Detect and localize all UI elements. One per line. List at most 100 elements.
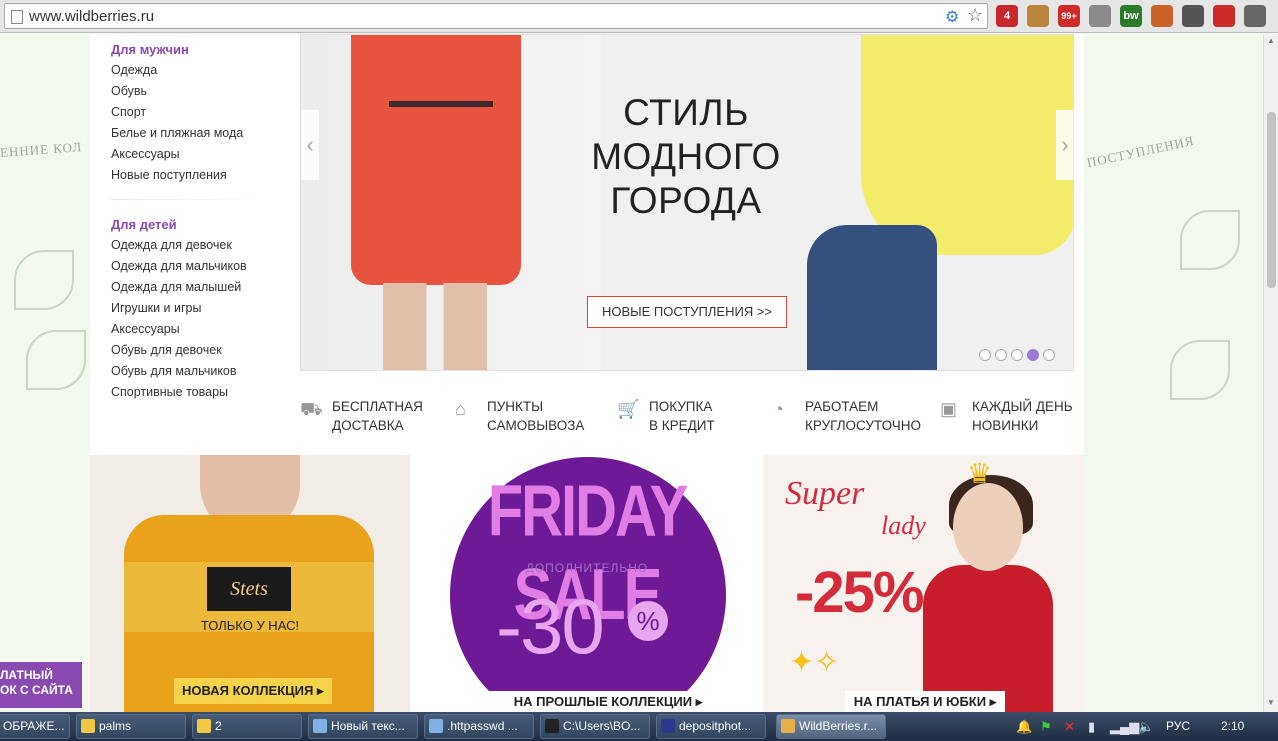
men-link-new[interactable]: Новые поступления <box>111 168 227 182</box>
kids-link-accessories[interactable]: Аксессуары <box>111 322 180 336</box>
category-sidebar: Для мужчин Одежда Обувь Спорт Белье и пл… <box>90 34 295 454</box>
scrollbar-thumb[interactable] <box>1267 112 1276 288</box>
past-collections-button[interactable]: НА ПРОШЛЫЕ КОЛЛЕКЦИИ ▸ <box>488 691 728 712</box>
men-category-title[interactable]: Для мужчин <box>111 42 189 57</box>
bookmark-star-icon[interactable]: ☆ <box>967 5 983 26</box>
promo-stets[interactable]: Stets ТОЛЬКО У НАС! НОВАЯ КОЛЛЕКЦИЯ ▸ <box>90 455 410 712</box>
language-indicator[interactable]: РУС <box>1166 719 1190 733</box>
kids-link-boys-shoes[interactable]: Обувь для мальчиков <box>111 364 237 378</box>
menu-icon[interactable] <box>1244 5 1266 27</box>
men-link-accessories[interactable]: Аксессуары <box>111 147 180 161</box>
taskbar-item[interactable]: palms <box>76 714 186 739</box>
stets-logo: Stets <box>207 567 291 611</box>
feature-line2: КРУГЛОСУТОЧНО <box>805 418 922 433</box>
callback-line1: ЛАТНЫЙ <box>0 668 53 682</box>
new-arrivals-button[interactable]: НОВЫЕ ПОСТУПЛЕНИЯ >> <box>587 296 787 328</box>
taskbar-item[interactable]: WildBerries.r... <box>776 714 886 739</box>
hero-banner[interactable]: СТИЛЬ МОДНОГО ГОРОДА НОВЫЕ ПОСТУПЛЕНИЯ >… <box>300 34 1074 371</box>
leaf-decoration <box>26 330 86 390</box>
promo-super-lady[interactable]: ♛ Super lady -25% ✦✧ НА ПЛАТЬЯ И ЮБКИ ▸ <box>763 455 1084 712</box>
arrow-right-icon: ▸ <box>316 683 324 698</box>
promo-friday-sale[interactable]: FRIDAY SALE ДОПОЛНИТЕЛЬНО -30 % НА ПРОШЛ… <box>426 455 748 712</box>
banner-model-red-dress <box>351 35 521 285</box>
banner-model-jeans <box>807 225 937 370</box>
scroll-down-icon[interactable]: ▼ <box>1264 696 1278 710</box>
feature-line2: САМОВЫВОЗА <box>487 418 585 433</box>
taskbar-item[interactable]: .httpasswd ... <box>424 714 534 739</box>
power-icon[interactable] <box>1213 5 1235 27</box>
address-bar[interactable]: www.wildberries.ru ⚙ ☆ <box>4 3 988 29</box>
next-slide-arrow-icon[interactable]: › <box>1056 110 1073 180</box>
battery-icon[interactable]: ▮ <box>1088 719 1095 735</box>
clock-24-7-icon: ◔ <box>773 399 784 419</box>
slide-dot[interactable] <box>1027 349 1039 361</box>
taskbar-item[interactable]: C:\Users\BO... <box>540 714 650 739</box>
banner-model-legs <box>383 283 487 370</box>
kids-link-baby-clothes[interactable]: Одежда для малышей <box>111 280 241 294</box>
page-scrollbar[interactable]: ▲ ▼ <box>1263 34 1278 712</box>
taskbar-item[interactable]: depositphot... <box>656 714 766 739</box>
callback-widget[interactable]: ЛАТНЫЙ ОК С САЙТА <box>0 662 82 708</box>
divider <box>111 199 271 200</box>
callback-line2: ОК С САЙТА <box>0 683 73 697</box>
mail-icon[interactable]: 99+ <box>1058 5 1080 27</box>
leaf-decoration <box>14 250 74 310</box>
men-link-clothes[interactable]: Одежда <box>111 63 157 77</box>
kids-category-title[interactable]: Для детей <box>111 217 177 232</box>
translate-icon[interactable]: ⚙ <box>945 7 959 27</box>
notification-bell-icon[interactable]: 🔔 <box>1016 719 1032 735</box>
bw-icon[interactable]: bw <box>1120 5 1142 27</box>
taskbar-item-label: ОБРАЖЕ... <box>3 719 65 733</box>
kids-link-boys-clothes[interactable]: Одежда для мальчиков <box>111 259 247 273</box>
prev-slide-arrow-icon[interactable]: ‹ <box>301 110 319 180</box>
super-lady-text-lady: lady <box>881 511 926 540</box>
banner-title: СТИЛЬ МОДНОГО ГОРОДА <box>561 91 811 223</box>
kids-link-sports-goods[interactable]: Спортивные товары <box>111 385 228 399</box>
taskbar-item[interactable]: 2 <box>192 714 302 739</box>
system-clock[interactable]: 2:10 <box>1221 719 1244 733</box>
slide-dot[interactable] <box>995 349 1007 361</box>
leaf-decoration <box>1180 210 1240 270</box>
scroll-up-icon[interactable]: ▲ <box>1264 34 1278 48</box>
kids-link-toys[interactable]: Игрушки и игры <box>111 301 202 315</box>
adblock-icon[interactable]: 4 <box>996 5 1018 27</box>
network-error-icon[interactable]: ✕ <box>1064 719 1075 735</box>
kids-link-girls-clothes[interactable]: Одежда для девочек <box>111 238 232 252</box>
slide-dot[interactable] <box>979 349 991 361</box>
stets-tagline: ТОЛЬКО У НАС! <box>200 618 300 633</box>
new-collection-button[interactable]: НОВАЯ КОЛЛЕКЦИЯ ▸ <box>174 678 332 704</box>
past-collections-label: НА ПРОШЛЫЕ КОЛЛЕКЦИИ <box>513 694 693 709</box>
app-icon <box>545 719 559 733</box>
globe-icon[interactable] <box>1089 5 1111 27</box>
slide-indicator <box>979 348 1059 361</box>
slide-dot[interactable] <box>1043 349 1055 361</box>
volume-icon[interactable]: 🔈 <box>1138 719 1154 735</box>
page-icon <box>11 10 23 24</box>
slide-dot[interactable] <box>1011 349 1023 361</box>
hammer-icon[interactable] <box>1151 5 1173 27</box>
url-text[interactable]: www.wildberries.ru <box>29 8 154 25</box>
dresses-skirts-button[interactable]: НА ПЛАТЬЯ И ЮБКИ ▸ <box>845 691 1005 712</box>
browser-toolbar: www.wildberries.ru ⚙ ☆ 4 99+ bw <box>0 0 1278 33</box>
taskbar-item[interactable]: ОБРАЖЕ... <box>0 714 70 739</box>
feature-line1: ПУНКТЫ <box>487 399 544 414</box>
kids-link-girls-shoes[interactable]: Обувь для девочек <box>111 343 222 357</box>
arrow-right-icon: ▸ <box>989 694 997 709</box>
arrow-right-icon: ▸ <box>695 694 703 709</box>
app-icon <box>313 719 327 733</box>
eyedropper-icon[interactable] <box>1182 5 1204 27</box>
taskbar-item-label: 2 <box>215 719 222 733</box>
feature-line1: РАБОТАЕМ <box>805 399 879 414</box>
men-link-sport[interactable]: Спорт <box>111 105 146 119</box>
banner-title-line2: МОДНОГО <box>591 136 781 177</box>
super-lady-text-super: Super <box>785 475 865 512</box>
cookie-icon[interactable] <box>1027 5 1049 27</box>
signal-icon[interactable]: ▂▄▆ <box>1110 719 1139 735</box>
taskbar-item-label: Новый текс... <box>331 719 405 733</box>
deco-text-right: ПОСТУПЛЕНИЯ <box>1085 132 1196 171</box>
taskbar-item[interactable]: Новый текс... <box>308 714 418 739</box>
percent-badge: % <box>628 601 668 641</box>
men-link-underwear[interactable]: Белье и пляжная мода <box>111 126 243 140</box>
flag-icon[interactable]: ⚑ <box>1040 719 1052 735</box>
men-link-shoes[interactable]: Обувь <box>111 84 147 98</box>
